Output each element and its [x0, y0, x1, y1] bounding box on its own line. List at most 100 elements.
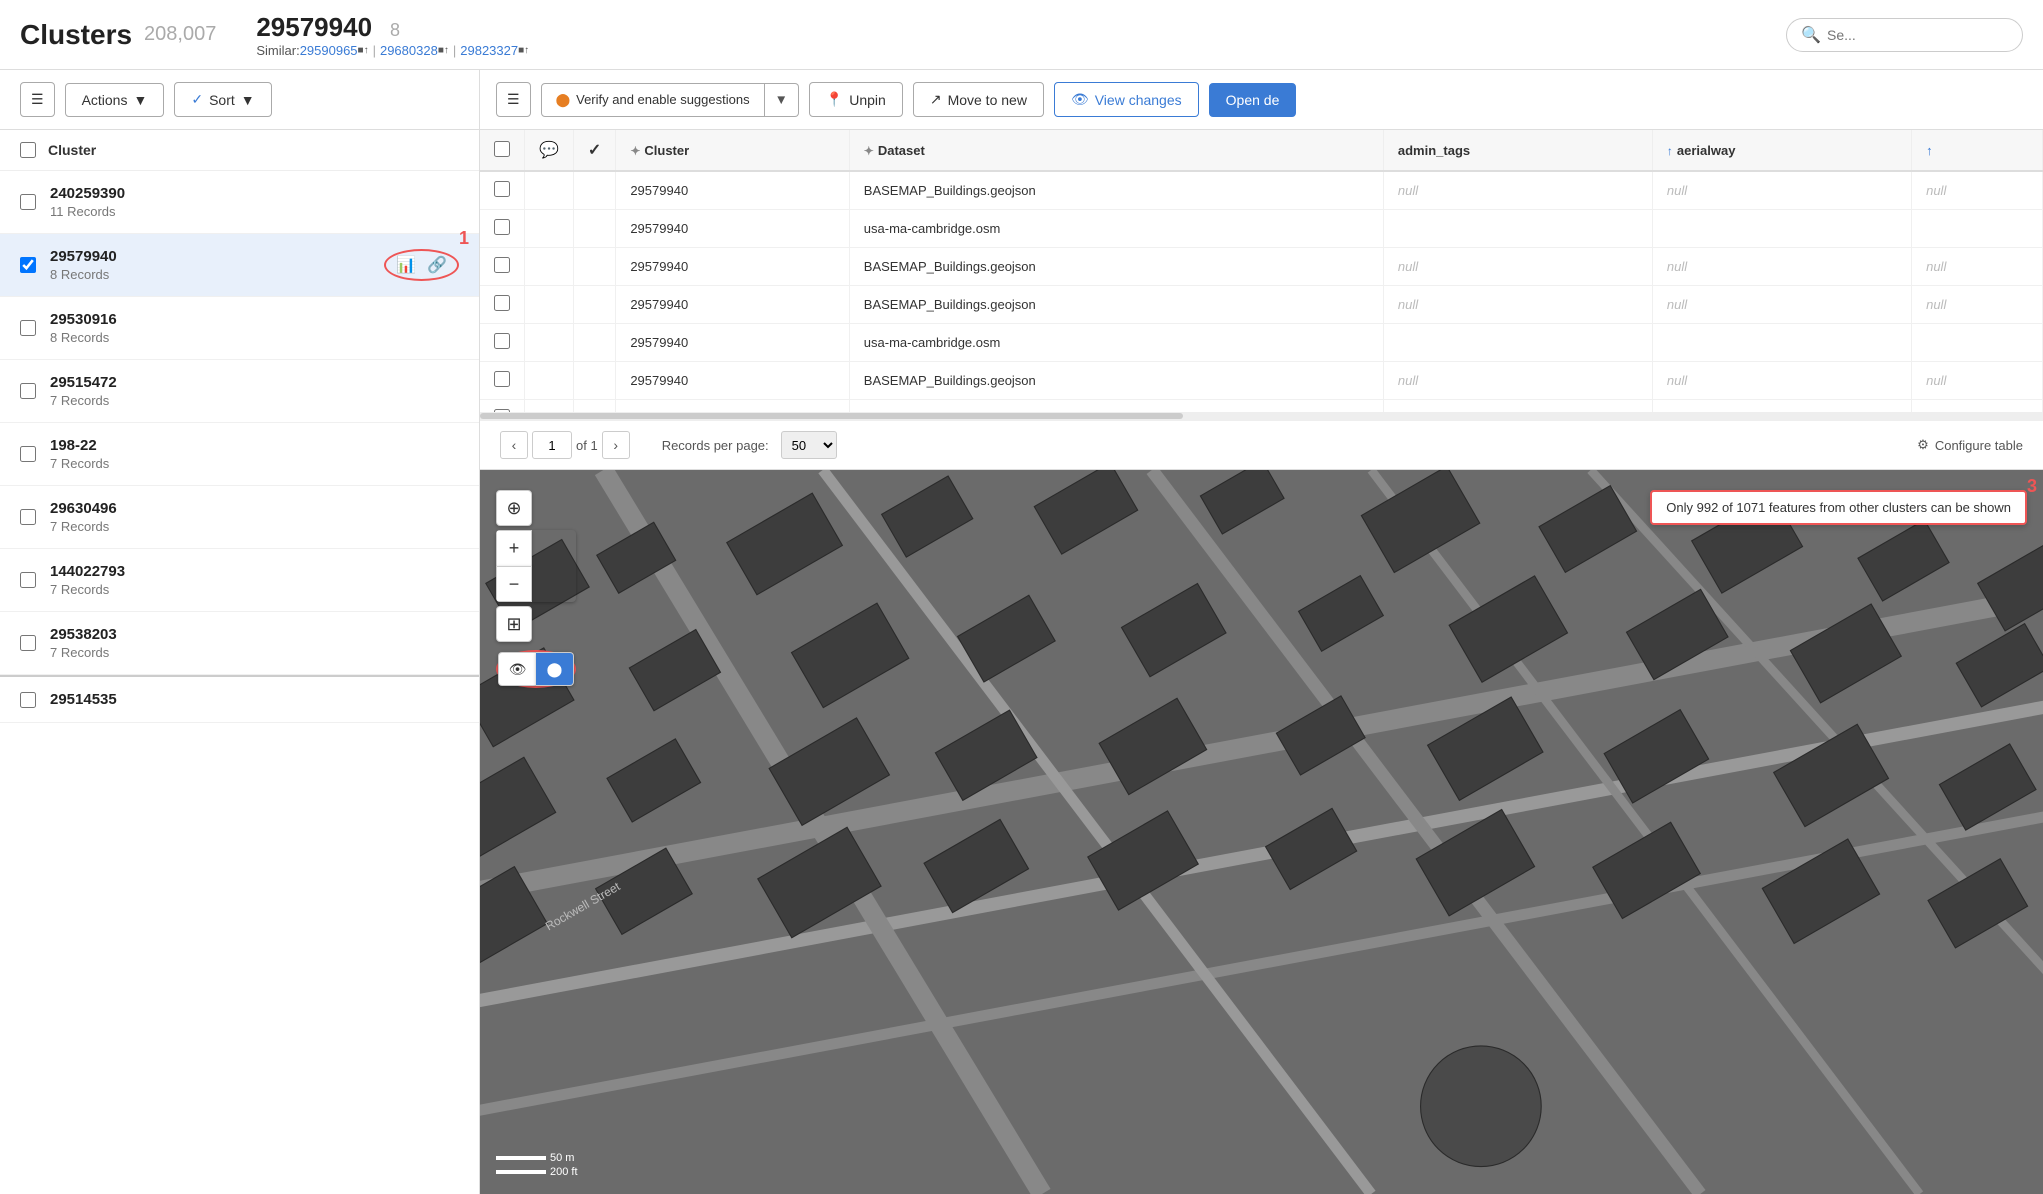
scale-200ft: 200 ft	[496, 1166, 578, 1178]
cluster-checkbox[interactable]	[20, 692, 36, 708]
table-row: 29579940 usa-ma-cambridge.osm	[480, 400, 2043, 413]
right-toolbar: ☰ ⬤ Verify and enable suggestions ▼ 📍 Un…	[480, 70, 2043, 129]
gear-icon: ⚙	[1917, 437, 1929, 453]
scale-200ft-label: 200 ft	[550, 1166, 578, 1178]
annotation-1: 1	[459, 228, 469, 249]
right-filter-button[interactable]: ☰	[496, 82, 531, 117]
cluster-item-info: 29538203 7 Records	[50, 626, 459, 660]
crosshair-icon: ⊕	[506, 498, 521, 519]
cluster-ellipse-annotation: 📊 🔗	[384, 249, 459, 281]
similar-link-3[interactable]: 29823327	[460, 43, 518, 58]
configure-table-button[interactable]: ⚙ Configure table	[1917, 437, 2023, 453]
list-item[interactable]: 1 29579940 8 Records 📊 🔗	[0, 234, 479, 297]
search-input[interactable]	[1827, 27, 2008, 43]
list-item[interactable]: 198-22 7 Records	[0, 423, 479, 486]
page-of: of 1	[576, 438, 598, 453]
sort-icon: ✓	[191, 91, 203, 108]
row-checkbox[interactable]	[494, 257, 510, 273]
table-row: 29579940 usa-ma-cambridge.osm	[480, 324, 2043, 362]
actions-button[interactable]: Actions ▼	[65, 83, 165, 117]
page-nav: ‹ of 1 ›	[500, 431, 630, 459]
per-page-select[interactable]: 50 100 200	[781, 431, 837, 459]
list-item[interactable]: 29630496 7 Records	[0, 486, 479, 549]
list-item[interactable]: 240259390 11 Records	[0, 171, 479, 234]
cell-cluster: 29579940	[616, 324, 849, 362]
next-page-button[interactable]: ›	[602, 431, 630, 459]
unpin-label: Unpin	[849, 92, 886, 108]
view-changes-button[interactable]: 👁 View changes	[1054, 82, 1199, 117]
location-icon: 📍	[826, 91, 843, 108]
detail-record-count: 8	[390, 20, 400, 41]
cluster-list: 240259390 11 Records 1 29579940 8 Record…	[0, 171, 479, 1194]
cluster-item-records: 7 Records	[50, 393, 459, 408]
row-checkbox[interactable]	[494, 219, 510, 235]
toggle-button-right[interactable]: ⬤	[536, 652, 574, 686]
zoom-out-button[interactable]: −	[496, 566, 532, 602]
cluster-item-id: 29514535	[50, 691, 459, 708]
select-all-checkbox[interactable]	[20, 142, 36, 158]
zoom-in-button[interactable]: +	[496, 530, 532, 566]
zoom-controls: + −	[496, 530, 576, 602]
toggle-button-left[interactable]: 👁	[498, 652, 536, 686]
similar-link-2[interactable]: 29680328	[380, 43, 438, 58]
open-de-button[interactable]: Open de	[1209, 83, 1297, 117]
cell-cluster: 29579940	[616, 362, 849, 400]
page-input[interactable]	[532, 431, 572, 459]
search-box[interactable]: 🔍	[1786, 18, 2023, 52]
verify-dropdown-button[interactable]: ▼	[765, 83, 799, 117]
similar-row: Similar: 29590965 ■ ↑ | 29680328 ■ ↑ | 2…	[256, 43, 529, 58]
table-scroll-track[interactable]	[480, 412, 2043, 420]
row-checkbox[interactable]	[494, 371, 510, 387]
annotation-3: 3	[2027, 476, 2037, 497]
cell-cluster: 29579940	[616, 286, 849, 324]
open-de-label: Open de	[1226, 92, 1280, 108]
cell-dataset: BASEMAP_Buildings.geojson	[849, 171, 1383, 210]
link-icon-btn[interactable]: 🔗	[423, 253, 451, 277]
list-item[interactable]: 29515472 7 Records	[0, 360, 479, 423]
list-item[interactable]: 29514535	[0, 675, 479, 723]
list-item[interactable]: 29530916 8 Records	[0, 297, 479, 360]
filter-button[interactable]: ☰	[20, 82, 55, 117]
eye-icon-map: 👁	[509, 661, 527, 678]
th-aerialway-label: aerialway	[1677, 143, 1736, 158]
prev-page-button[interactable]: ‹	[500, 431, 528, 459]
left-toolbar: ☰ Actions ▼ ✓ Sort ▼	[0, 70, 480, 129]
map-scale: 50 m 200 ft	[496, 1152, 578, 1178]
move-to-new-button[interactable]: ↗ Move to new	[913, 82, 1044, 117]
cluster-checkbox[interactable]	[20, 320, 36, 336]
row-checkbox[interactable]	[494, 181, 510, 197]
layers-button[interactable]: ⊞	[496, 606, 532, 642]
list-item[interactable]: 29538203 7 Records	[0, 612, 479, 675]
cell-extra	[1912, 400, 2043, 413]
cluster-item-records: 7 Records	[50, 645, 459, 660]
table-select-all[interactable]	[494, 141, 510, 157]
list-item[interactable]: 144022793 7 Records	[0, 549, 479, 612]
cell-admin-tags	[1383, 210, 1652, 248]
cluster-item-records: 7 Records	[50, 456, 459, 471]
th-aerialway: ↑aerialway	[1652, 130, 1911, 171]
cluster-checkbox[interactable]	[20, 446, 36, 462]
row-checkbox[interactable]	[494, 295, 510, 311]
verify-label: Verify and enable suggestions	[576, 92, 749, 107]
cluster-checkbox[interactable]	[20, 572, 36, 588]
similar-link-1[interactable]: 29590965	[300, 43, 358, 58]
cluster-checkbox[interactable]	[20, 383, 36, 399]
row-checkbox[interactable]	[494, 333, 510, 349]
cluster-checkbox[interactable]	[20, 635, 36, 651]
cell-dataset: usa-ma-cambridge.osm	[849, 400, 1383, 413]
verify-button[interactable]: ⬤ Verify and enable suggestions	[541, 83, 765, 117]
unpin-button[interactable]: 📍 Unpin	[809, 82, 903, 117]
table-row: 29579940 usa-ma-cambridge.osm	[480, 210, 2043, 248]
filter-icon: ☰	[31, 91, 44, 108]
sort-button[interactable]: ✓ Sort ▼	[174, 82, 271, 117]
app-title: Clusters	[20, 19, 132, 51]
chart-icon-btn[interactable]: 📊	[392, 253, 420, 277]
th-comment: 💬	[525, 130, 574, 171]
table-row: 29579940 BASEMAP_Buildings.geojson null …	[480, 248, 2043, 286]
cluster-checkbox[interactable]	[20, 509, 36, 525]
cluster-checkbox[interactable]	[20, 257, 36, 273]
table-scroll[interactable]: 💬 ✓ ✦Cluster ✦Dataset admin_tags	[480, 130, 2043, 412]
cell-aerialway	[1652, 324, 1911, 362]
cluster-checkbox[interactable]	[20, 194, 36, 210]
locate-button[interactable]: ⊕	[496, 490, 532, 526]
